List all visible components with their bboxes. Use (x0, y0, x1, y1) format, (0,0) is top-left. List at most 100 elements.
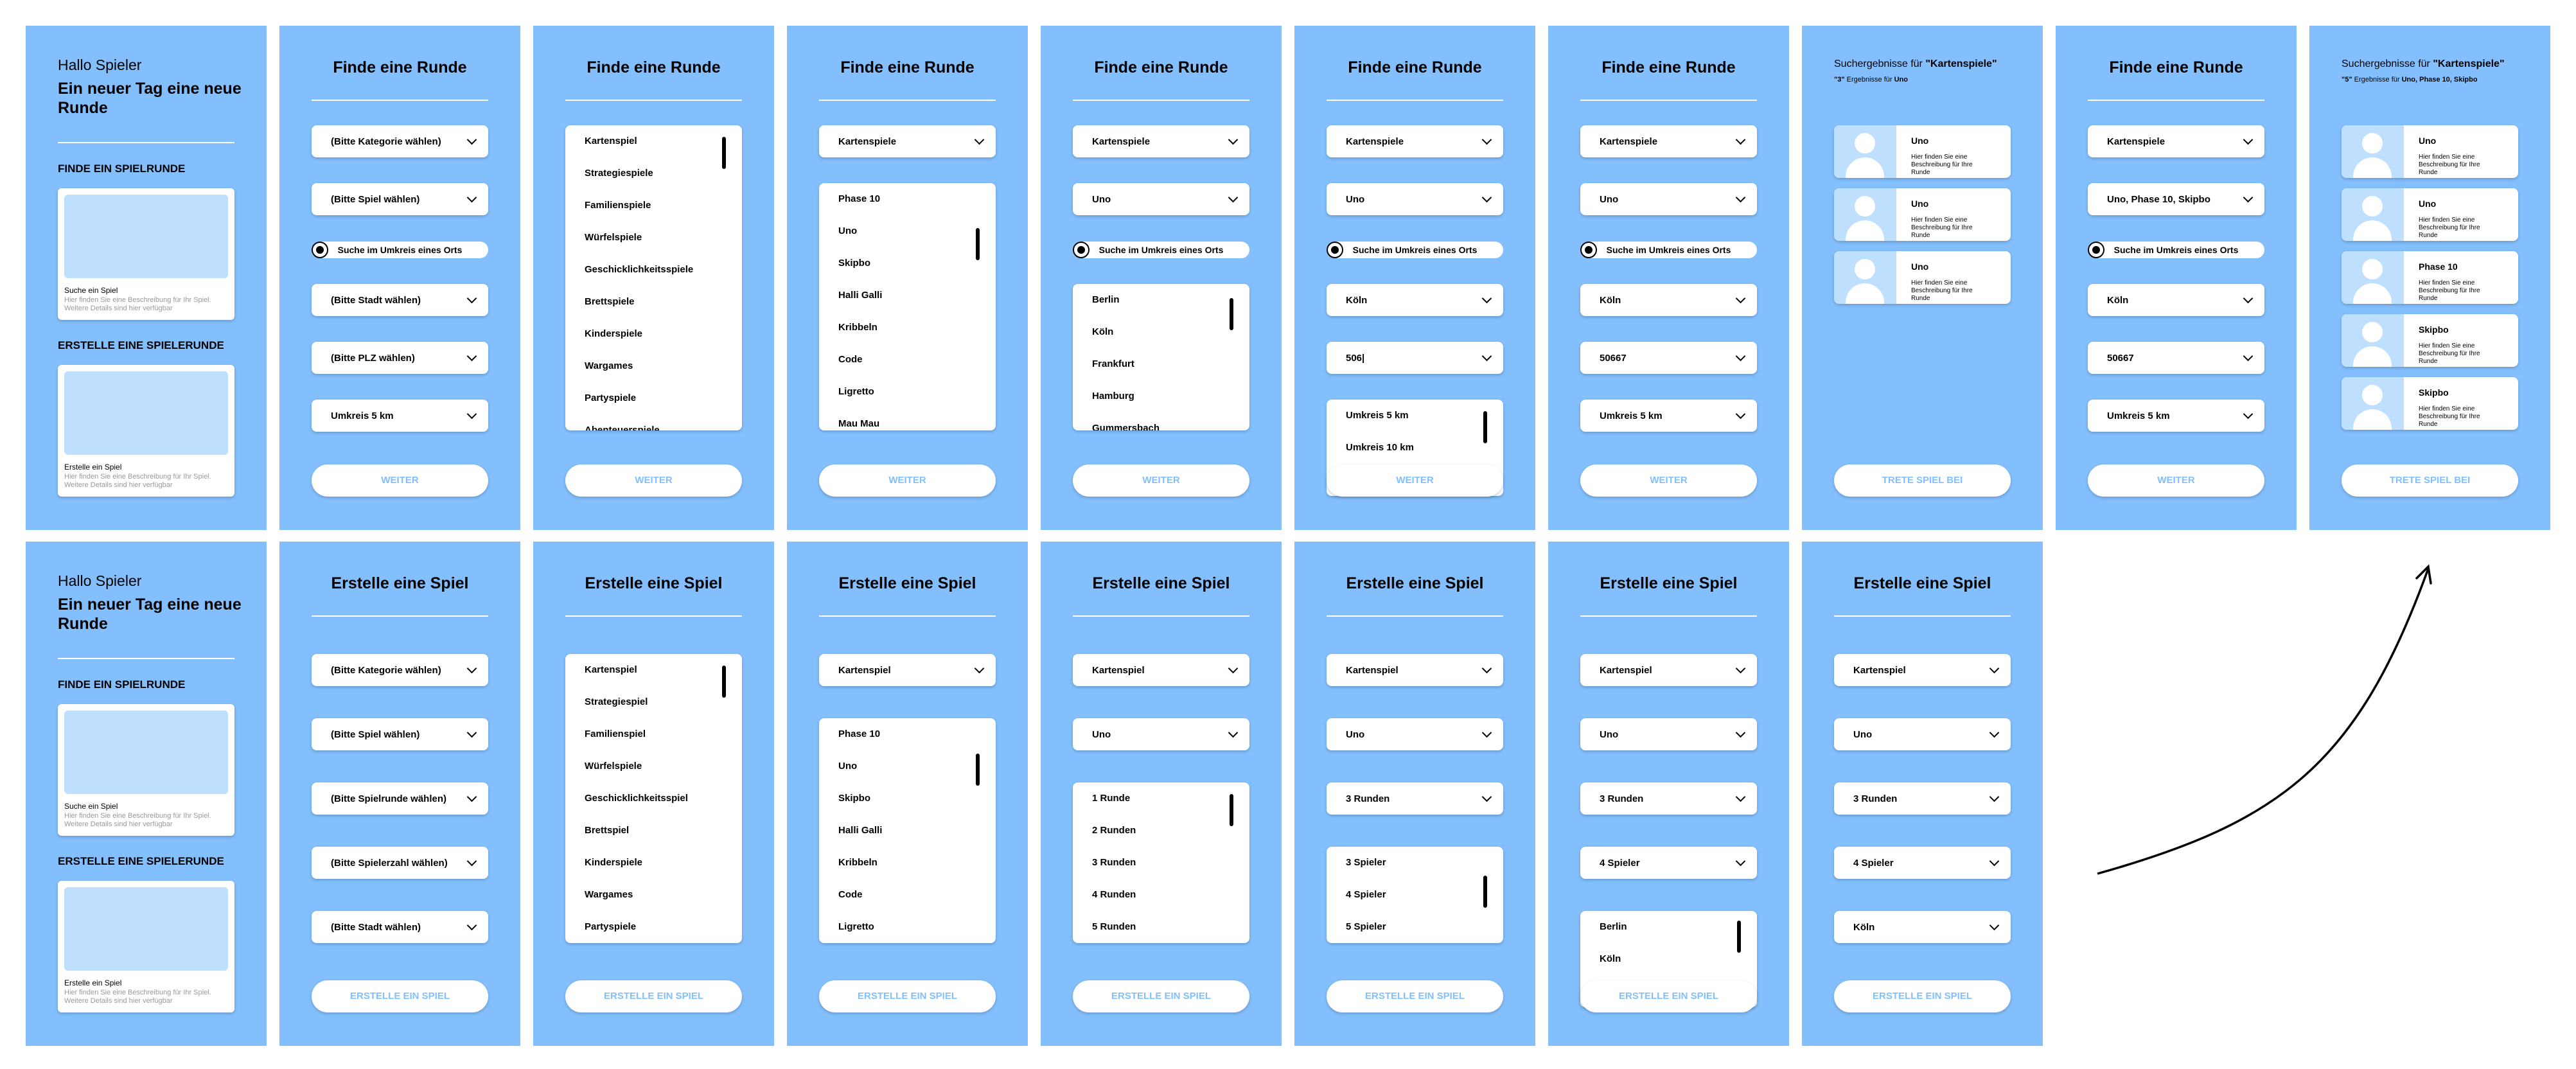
dropdown-list[interactable]: Kartenspiel Strategiespiel Familienspiel Wü… (565, 654, 742, 943)
find-game-card[interactable]: Suche ein Spiel Hier finden Sie eine Besc… (58, 704, 234, 836)
result-card[interactable]: Skipbo Hier finden Sie eine Beschreibung … (2342, 377, 2518, 430)
radius-search-radio[interactable]: Suche im Umkreis eines Orts (1327, 242, 1503, 258)
primary-button[interactable]: ERSTELLE EIN SPIEL (819, 980, 996, 1012)
primary-button[interactable]: ERSTELLE EIN SPIEL (1834, 980, 2011, 1012)
dropdown[interactable]: (Bitte Kategorie wählen) (312, 125, 488, 157)
dropdown-list[interactable]: 3 Spieler 4 Spieler 5 Spieler (1327, 847, 1503, 943)
dropdown[interactable]: Umkreis 5 km (312, 400, 488, 432)
list-option[interactable]: Abenteuerspiele (565, 414, 742, 430)
scrollbar[interactable] (1483, 876, 1487, 908)
list-option[interactable]: Geschicklichkeitsspiele (565, 254, 742, 286)
scrollbar[interactable] (1230, 298, 1233, 330)
primary-button[interactable]: WEITER (819, 464, 996, 497)
result-card[interactable]: Phase 10 Hier finden Sie eine Beschreibun… (2342, 251, 2518, 304)
list-option[interactable]: Code (819, 344, 996, 376)
radius-search-radio[interactable]: Suche im Umkreis eines Orts (312, 242, 488, 258)
dropdown[interactable]: Kartenspiel (1580, 654, 1757, 686)
dropdown-list[interactable]: Phase 10 Uno Skipbo Halli Galli Kribbeln Code… (819, 183, 996, 430)
scrollbar[interactable] (976, 228, 980, 260)
list-option[interactable]: Kartenspiel (565, 654, 742, 686)
list-option[interactable]: Kribbeln (819, 847, 996, 879)
list-option[interactable]: Kinderspiele (565, 847, 742, 879)
dropdown[interactable]: (Bitte Kategorie wählen) (312, 654, 488, 686)
dropdown[interactable]: Kartenspiel (819, 654, 996, 686)
dropdown[interactable]: Uno (1073, 718, 1249, 750)
radius-search-radio[interactable]: Suche im Umkreis eines Orts (2088, 242, 2264, 258)
dropdown[interactable]: Uno (1327, 718, 1503, 750)
dropdown[interactable]: Uno (1327, 183, 1503, 215)
primary-button[interactable]: WEITER (1580, 464, 1757, 497)
list-option[interactable]: Wargames (565, 350, 742, 382)
dropdown-list[interactable]: Kartenspiel Strategiespiele Familienspiele… (565, 125, 742, 430)
list-option[interactable]: 1 Runde (1073, 782, 1249, 815)
dropdown[interactable]: Köln (2088, 284, 2264, 316)
list-option[interactable]: Köln (1580, 943, 1757, 975)
dropdown[interactable]: 3 Runden (1580, 782, 1757, 815)
dropdown[interactable]: Kartenspiele (1073, 125, 1249, 157)
dropdown[interactable]: Uno (1834, 718, 2011, 750)
list-option[interactable]: Partyspiele (565, 911, 742, 943)
list-option[interactable]: Skipbo (819, 782, 996, 815)
create-game-card[interactable]: Erstelle ein Spiel Hier finden Sie eine B… (58, 365, 234, 497)
list-option[interactable]: Umkreis 10 km (1327, 432, 1503, 464)
list-option[interactable]: Ligretto (819, 376, 996, 408)
list-option[interactable]: 3 Runden (1073, 847, 1249, 879)
dropdown[interactable]: 506| (1327, 342, 1503, 374)
result-card[interactable]: Uno Hier finden Sie eine Beschreibung für… (2342, 125, 2518, 178)
list-option[interactable]: Uno (819, 750, 996, 782)
dropdown[interactable]: 3 Runden (1834, 782, 2011, 815)
result-card[interactable]: Uno Hier finden Sie eine Beschreibung für… (2342, 188, 2518, 241)
list-option[interactable]: Kinderspiele (565, 318, 742, 350)
dropdown[interactable]: Uno (1580, 183, 1757, 215)
dropdown[interactable]: Kartenspiele (1580, 125, 1757, 157)
dropdown[interactable]: (Bitte Spiel wählen) (312, 183, 488, 215)
dropdown[interactable]: (Bitte Spielrunde wählen) (312, 782, 488, 815)
list-option[interactable]: Brettspiele (565, 286, 742, 318)
dropdown[interactable]: Uno (1580, 718, 1757, 750)
dropdown[interactable]: 50667 (1580, 342, 1757, 374)
list-option[interactable]: Ligretto (819, 911, 996, 943)
list-option[interactable]: Berlin (1580, 911, 1757, 943)
list-option[interactable]: 4 Spieler (1327, 879, 1503, 911)
primary-button[interactable]: WEITER (1073, 464, 1249, 497)
scrollbar[interactable] (976, 754, 980, 786)
create-game-card[interactable]: Erstelle ein Spiel Hier finden Sie eine B… (58, 881, 234, 1012)
primary-button[interactable]: ERSTELLE EIN SPIEL (1327, 980, 1503, 1012)
list-option[interactable]: Hamburg (1073, 380, 1249, 412)
scrollbar[interactable] (1230, 794, 1233, 826)
dropdown[interactable]: Kartenspiele (819, 125, 996, 157)
dropdown[interactable]: Uno (1073, 183, 1249, 215)
primary-button[interactable]: TRETE SPIEL BEI (2342, 464, 2518, 497)
primary-button[interactable]: ERSTELLE EIN SPIEL (312, 980, 488, 1012)
scrollbar[interactable] (1737, 921, 1741, 953)
dropdown[interactable]: Kartenspiel (1834, 654, 2011, 686)
dropdown[interactable]: (Bitte Spielerzahl wählen) (312, 847, 488, 879)
primary-button[interactable]: WEITER (565, 464, 742, 497)
list-option[interactable]: Gummersbach (1073, 412, 1249, 430)
primary-button[interactable]: TRETE SPIEL BEI (1834, 464, 2011, 497)
dropdown[interactable]: (Bitte Stadt wählen) (312, 284, 488, 316)
find-game-card[interactable]: Suche ein Spiel Hier finden Sie eine Besc… (58, 188, 234, 320)
list-option[interactable]: Frankfurt (1073, 348, 1249, 380)
dropdown[interactable]: Kartenspiele (2088, 125, 2264, 157)
primary-button[interactable]: ERSTELLE EIN SPIEL (1073, 980, 1249, 1012)
list-option[interactable]: Wargames (565, 879, 742, 911)
primary-button[interactable]: ERSTELLE EIN SPIEL (565, 980, 742, 1012)
list-option[interactable]: Skipbo (819, 247, 996, 279)
scrollbar[interactable] (722, 137, 726, 169)
list-option[interactable]: Partyspiele (565, 382, 742, 414)
dropdown[interactable]: 3 Runden (1327, 782, 1503, 815)
dropdown[interactable]: Umkreis 5 km (1580, 400, 1757, 432)
primary-button[interactable]: WEITER (2088, 464, 2264, 497)
list-option[interactable]: Würfelspiele (565, 750, 742, 782)
scrollbar[interactable] (1483, 411, 1487, 443)
list-option[interactable]: Strategiespiel (565, 686, 742, 718)
dropdown-list[interactable]: 1 Runde 2 Runden 3 Runden 4 Runden 5 Runden (1073, 782, 1249, 943)
list-option[interactable]: Umkreis 5 km (1327, 400, 1503, 432)
result-card[interactable]: Uno Hier finden Sie eine Beschreibung für… (1834, 188, 2011, 241)
list-option[interactable]: 4 Runden (1073, 879, 1249, 911)
radius-search-radio[interactable]: Suche im Umkreis eines Orts (1073, 242, 1249, 258)
list-option[interactable]: Code (819, 879, 996, 911)
list-option[interactable]: 5 Spieler (1327, 911, 1503, 943)
list-option[interactable]: Familienspiel (565, 718, 742, 750)
